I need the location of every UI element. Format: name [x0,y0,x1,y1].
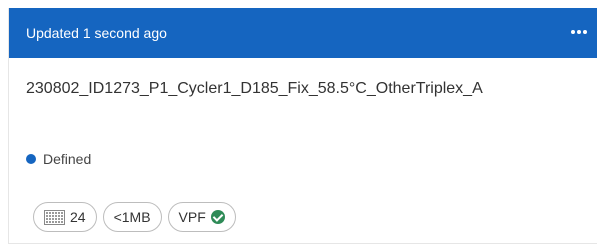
more-icon [571,30,587,34]
status-dot-icon [26,154,36,164]
vpf-chip[interactable]: VPF [167,202,236,232]
plate-grid-icon [44,209,65,225]
wells-chip[interactable]: 24 [33,202,97,232]
run-name[interactable]: 230802_ID1273_P1_Cycler1_D185_Fix_58.5°C… [26,79,483,99]
card-header: Updated 1 second ago [9,8,597,58]
run-card[interactable]: Updated 1 second ago 230802_ID1273_P1_Cy… [8,8,597,244]
vpf-label: VPF [178,209,206,225]
status-label: Defined [43,151,92,167]
size-chip[interactable]: <1MB [102,202,162,232]
chip-row: 24 <1MB VPF [33,202,236,232]
wells-count: 24 [70,209,86,225]
check-circle-icon [210,210,225,224]
more-options-button[interactable] [567,22,591,42]
file-size: <1MB [113,209,151,225]
status-indicator: Defined [26,151,91,167]
updated-text: Updated 1 second ago [26,25,167,41]
